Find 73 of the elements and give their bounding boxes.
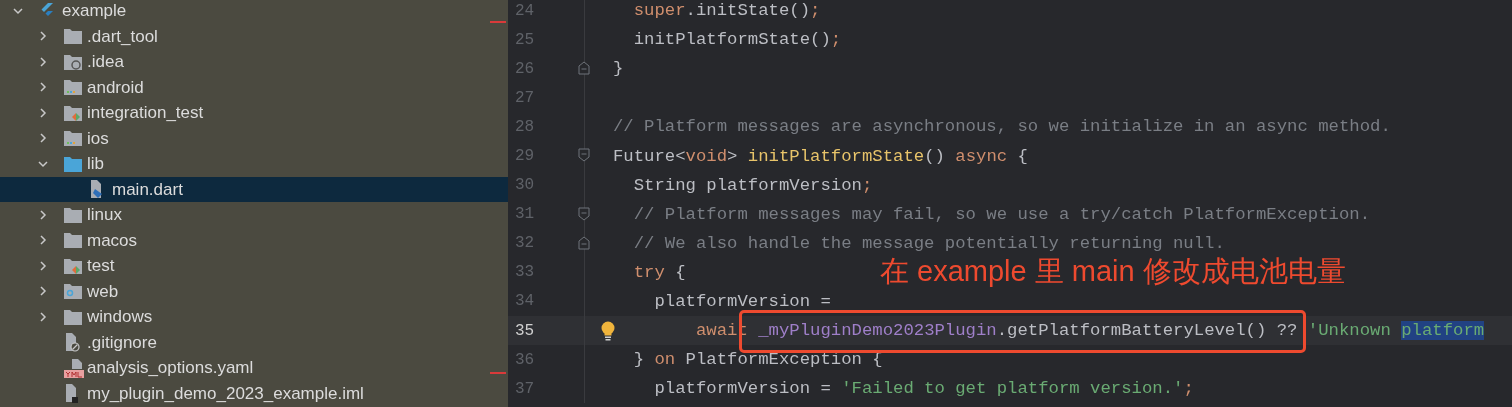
- file-blocked-icon: [63, 332, 81, 353]
- tree-item[interactable]: android: [0, 74, 508, 100]
- chevron-right-icon[interactable]: [37, 234, 49, 247]
- line-number: 32: [514, 233, 536, 255]
- folder-icon: [63, 231, 83, 250]
- module-file-icon: [63, 383, 81, 404]
- folder-test-icon: [63, 103, 83, 122]
- tree-item[interactable]: .idea: [0, 49, 508, 75]
- error-stripe-mark: [490, 372, 506, 374]
- code-line: // We also handle the message potentially returning null.: [632, 232, 1225, 255]
- fold-icon[interactable]: [578, 148, 590, 163]
- line-number: 36: [514, 349, 536, 371]
- tree-item[interactable]: web: [0, 278, 508, 304]
- tree-item[interactable]: windows: [0, 304, 508, 330]
- tree-item[interactable]: ios: [0, 125, 508, 151]
- tree-item[interactable]: my_plugin_demo_2023_example.iml: [0, 380, 508, 406]
- folder-icon: [63, 27, 83, 46]
- folder-dots-icon: [63, 78, 83, 97]
- lightbulb-icon[interactable]: [600, 321, 616, 342]
- line-number: 35: [514, 320, 536, 342]
- line-number: 27: [514, 87, 536, 109]
- error-stripe-mark: [490, 21, 506, 23]
- folder-icon: [63, 154, 83, 173]
- annotation-text: 在 example 里 main 修改成电池电量: [880, 254, 1346, 289]
- line-number: 25: [514, 29, 536, 51]
- line-number: 28: [514, 116, 536, 138]
- line-number: 30: [514, 175, 536, 197]
- chevron-right-icon[interactable]: [37, 259, 49, 272]
- chevron-right-icon[interactable]: [37, 208, 49, 221]
- code-line: platformVersion = 'Failed to get platform version.';: [653, 378, 1194, 401]
- fold-icon[interactable]: [578, 206, 590, 221]
- chevron-right-icon[interactable]: [37, 285, 49, 298]
- tree-item[interactable]: lib: [0, 151, 508, 177]
- tree-item[interactable]: test: [0, 253, 508, 279]
- tree-item[interactable]: example: [0, 0, 508, 24]
- line-number: 31: [514, 204, 536, 226]
- code-line: }: [613, 58, 624, 81]
- fold-icon[interactable]: [578, 235, 590, 250]
- tree-item[interactable]: .gitignore: [0, 329, 508, 355]
- line-number: 26: [514, 58, 536, 80]
- fold-icon[interactable]: [578, 61, 590, 76]
- folder-test-icon: [63, 256, 83, 275]
- tree-item[interactable]: integration_test: [0, 100, 508, 126]
- folder-icon: [63, 205, 83, 224]
- yaml-file-icon: [63, 357, 85, 378]
- code-line: super.initState();: [632, 0, 821, 23]
- code-line: String platformVersion;: [632, 174, 873, 197]
- chevron-right-icon[interactable]: [37, 55, 49, 68]
- line-number: 34: [514, 291, 536, 313]
- tree-item[interactable]: .dart_tool: [0, 23, 508, 49]
- folder-icon: [63, 307, 83, 326]
- folder-globe-icon: [63, 282, 83, 301]
- tree-item[interactable]: analysis_options.yaml: [0, 355, 508, 381]
- chevron-right-icon[interactable]: [37, 81, 49, 94]
- code-line: try {: [632, 261, 686, 284]
- line-number: 24: [514, 0, 536, 22]
- chevron-right-icon[interactable]: [37, 132, 49, 145]
- code-line: // Platform messages are asynchronous, so we initialize in an async method.: [613, 116, 1391, 139]
- folder-dots-icon: [63, 129, 83, 148]
- chevron-right-icon[interactable]: [37, 30, 49, 43]
- tree-item[interactable]: macos: [0, 227, 508, 253]
- code-line: // Platform messages may fail, so we use a try/catch PlatformException.: [632, 203, 1371, 226]
- code-line: initPlatformState();: [632, 29, 842, 52]
- tree-item[interactable]: linux: [0, 202, 508, 228]
- chevron-right-icon[interactable]: [37, 106, 49, 119]
- line-number: 29: [514, 146, 536, 167]
- line-number: 33: [514, 262, 536, 284]
- tree-item[interactable]: main.dart: [0, 176, 508, 202]
- code-line: platformVersion =: [653, 291, 831, 313]
- code-line: Future<void> initPlatformState() async {: [613, 145, 1028, 168]
- chevron-right-icon[interactable]: [37, 310, 49, 323]
- folder-gear-icon: [63, 52, 83, 71]
- line-number: 37: [514, 378, 536, 400]
